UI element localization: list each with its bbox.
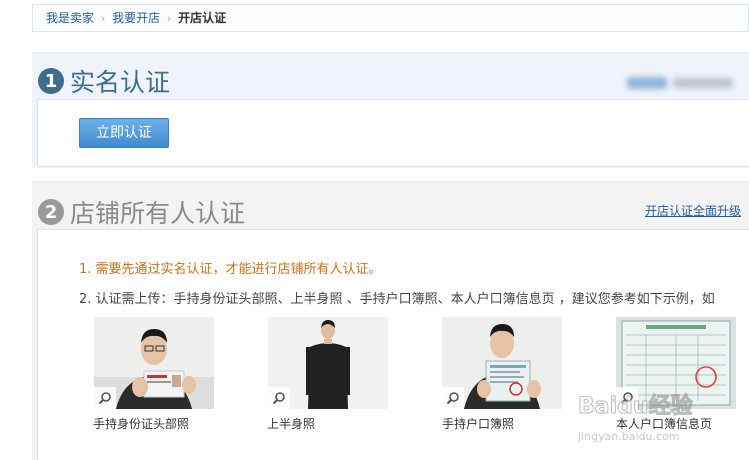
breadcrumb-link-open-shop[interactable]: 我要开店	[112, 11, 160, 25]
zoom-icon[interactable]	[616, 387, 638, 409]
step2-number-badge: 2	[38, 199, 64, 225]
example-caption-info-page: 本人户口簿信息页	[616, 417, 713, 431]
upload-requirement-text: 2. 认证需上传：手持身份证头部照、上半身照 、手持户口簿照、本人户口簿信息页 …	[79, 292, 715, 307]
step2-title: 店铺所有人认证	[70, 199, 246, 228]
example-caption-upper-body: 上半身照	[267, 417, 316, 431]
example-photo-register-info-page[interactable]	[616, 317, 736, 409]
step1-title: 实名认证	[70, 68, 171, 97]
example-caption-register: 手持户口簿照	[442, 417, 515, 431]
step2-header: 2 店铺所有人认证	[38, 194, 245, 230]
breadcrumb-separator: ›	[100, 12, 106, 25]
verify-now-button[interactable]: 立即认证	[79, 118, 169, 148]
breadcrumb: 我是卖家 › 我要开店 › 开店认证	[32, 4, 749, 32]
example-caption-id-card: 手持身份证头部照	[93, 417, 190, 431]
blurred-user-info	[627, 73, 749, 93]
step1-header: 1 实名认证	[38, 63, 170, 99]
prerequisite-notice: 1. 需要先通过实名认证，才能进行店铺所有人认证。	[79, 262, 382, 277]
breadcrumb-current: 开店认证	[178, 11, 227, 25]
example-photo-id-card[interactable]	[94, 317, 214, 409]
step1-panel: 立即认证	[37, 99, 749, 167]
example-photo-household-register[interactable]	[442, 317, 562, 409]
upgrade-notice-link[interactable]: 开店认证全面升级	[645, 202, 741, 219]
zoom-icon[interactable]	[442, 387, 464, 409]
step1-section: 1 实名认证 立即认证	[32, 52, 749, 168]
step1-number-badge: 1	[38, 68, 64, 94]
breadcrumb-link-seller[interactable]: 我是卖家	[46, 11, 94, 25]
breadcrumb-separator: ›	[166, 12, 172, 25]
example-photo-upper-body[interactable]	[268, 317, 388, 409]
zoom-icon[interactable]	[268, 387, 290, 409]
zoom-icon[interactable]	[94, 387, 116, 409]
